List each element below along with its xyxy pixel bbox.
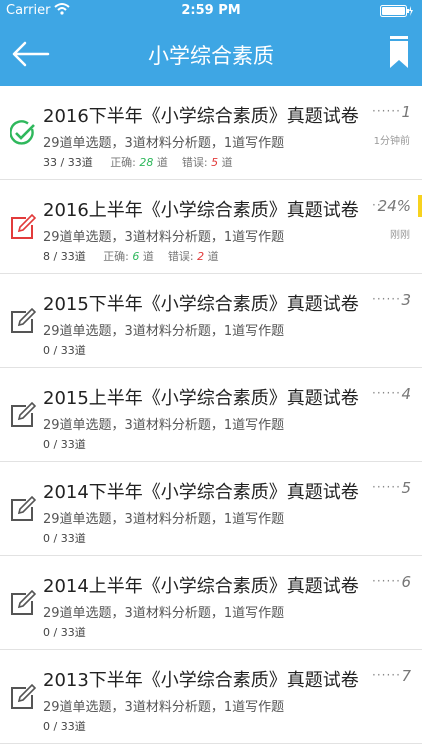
progress-count: 8 / 33道 xyxy=(43,250,86,263)
progress-ribbon xyxy=(418,195,422,217)
battery-icon xyxy=(380,5,413,17)
progress-count: 0 / 33道 xyxy=(43,626,86,639)
dots-separator: ······ xyxy=(372,480,401,494)
dots-separator: ······ xyxy=(372,386,401,400)
exam-title: 2016上半年《小学综合素质》真题试卷 xyxy=(43,200,359,221)
correct-label: 正确: xyxy=(110,156,136,169)
item-rank: 4 xyxy=(401,385,411,403)
item-rank: 5 xyxy=(401,479,411,497)
exam-title: 2014上半年《小学综合素质》真题试卷 xyxy=(43,576,359,597)
exam-title: 2015上半年《小学综合素质》真题试卷 xyxy=(43,388,359,409)
exam-stats: 0 / 33道 xyxy=(43,530,86,546)
exam-stats: 0 / 33道 xyxy=(43,436,86,452)
progress-count: 0 / 33道 xyxy=(43,720,86,733)
page-title: 小学综合素质 xyxy=(148,44,274,68)
list-item[interactable]: 2016下半年《小学综合素质》真题试卷 ······ 1 1分钟前 29道单选题，3道材… xyxy=(0,86,422,180)
exam-list: 2016下半年《小学综合素质》真题试卷 ······ 1 1分钟前 29道单选题，3道材… xyxy=(0,86,422,744)
wrong-label: 错误: xyxy=(181,156,208,169)
exam-description: 29道单选题，3道材料分析题，1道写作题 xyxy=(43,418,285,433)
item-rank: 1 xyxy=(401,103,411,121)
exam-title: 2016下半年《小学综合素质》真题试卷 xyxy=(43,106,359,127)
exam-stats: 33 / 33道 正确: 28 道 错误: 5 道 xyxy=(43,154,233,170)
list-item[interactable]: 2014上半年《小学综合素质》真题试卷 ······ 6 29道单选题，3道材料分析题… xyxy=(0,556,422,650)
exam-stats: 0 / 33道 xyxy=(43,718,86,734)
status-time: 2:59 PM xyxy=(181,3,241,18)
status-bar: Carrier 2:59 PM xyxy=(0,0,422,22)
progress-count: 33 / 33道 xyxy=(43,156,93,169)
wrong-label: 错误: xyxy=(167,250,194,263)
exam-title: 2014下半年《小学综合素质》真题试卷 xyxy=(43,482,359,503)
correct-count: 6 xyxy=(132,250,140,263)
edit-icon xyxy=(11,214,36,239)
exam-description: 29道单选题，3道材料分析题，1道写作题 xyxy=(43,230,285,245)
exam-description: 29道单选题，3道材料分析题，1道写作题 xyxy=(43,324,285,339)
wrong-count: 5 xyxy=(211,156,219,169)
nav-bar: 小学综合素质 xyxy=(0,22,422,86)
list-item[interactable]: 2015上半年《小学综合素质》真题试卷 ······ 4 29道单选题，3道材料分析题… xyxy=(0,368,422,462)
exam-stats: 0 / 33道 xyxy=(43,342,86,358)
edit-icon xyxy=(11,402,36,427)
dots-separator: ······ xyxy=(372,574,401,588)
item-time: 1分钟前 xyxy=(373,136,410,147)
wrong-unit: 道 xyxy=(221,156,233,169)
item-rank: 6 xyxy=(401,573,411,591)
list-item[interactable]: 2014下半年《小学综合素质》真题试卷 ······ 5 29道单选题，3道材料分析题… xyxy=(0,462,422,556)
item-rank: 24% xyxy=(377,197,411,215)
edit-icon xyxy=(11,496,36,521)
item-time: 刚刚 xyxy=(390,230,410,241)
exam-title: 2015下半年《小学综合素质》真题试卷 xyxy=(43,294,359,315)
edit-icon xyxy=(11,590,36,615)
list-item[interactable]: 2016上半年《小学综合素质》真题试卷 ·· 24% 刚刚 29道单选题，3道材料分析题… xyxy=(0,180,422,274)
exam-description: 29道单选题，3道材料分析题，1道写作题 xyxy=(43,512,285,527)
correct-label: 正确: xyxy=(103,250,129,263)
progress-count: 0 / 33道 xyxy=(43,344,86,357)
progress-count: 0 / 33道 xyxy=(43,532,86,545)
correct-unit: 道 xyxy=(156,156,168,169)
exam-stats: 0 / 33道 xyxy=(43,624,86,640)
dots-separator: ······ xyxy=(372,668,401,682)
completed-check-icon xyxy=(10,120,35,145)
edit-icon xyxy=(11,308,36,333)
dots-separator: ······ xyxy=(372,104,401,118)
progress-count: 0 / 33道 xyxy=(43,438,86,451)
item-rank: 3 xyxy=(401,291,411,309)
edit-icon xyxy=(11,684,36,709)
exam-description: 29道单选题，3道材料分析题，1道写作题 xyxy=(43,606,285,621)
bookmark-icon[interactable] xyxy=(390,36,408,68)
exam-title: 2013下半年《小学综合素质》真题试卷 xyxy=(43,670,359,691)
exam-description: 29道单选题，3道材料分析题，1道写作题 xyxy=(43,136,285,151)
item-rank: 7 xyxy=(401,667,411,685)
exam-stats: 8 / 33道 正确: 6 道 错误: 2 道 xyxy=(43,248,219,264)
correct-count: 28 xyxy=(139,156,154,169)
exam-description: 29道单选题，3道材料分析题，1道写作题 xyxy=(43,700,285,715)
wrong-count: 2 xyxy=(197,250,205,263)
list-item[interactable]: 2013下半年《小学综合素质》真题试卷 ······ 7 29道单选题，3道材料分析题… xyxy=(0,650,422,744)
list-item[interactable]: 2015下半年《小学综合素质》真题试卷 ······ 3 29道单选题，3道材料分析题… xyxy=(0,274,422,368)
correct-unit: 道 xyxy=(142,250,154,263)
wrong-unit: 道 xyxy=(207,250,219,263)
dots-separator: ······ xyxy=(372,292,401,306)
